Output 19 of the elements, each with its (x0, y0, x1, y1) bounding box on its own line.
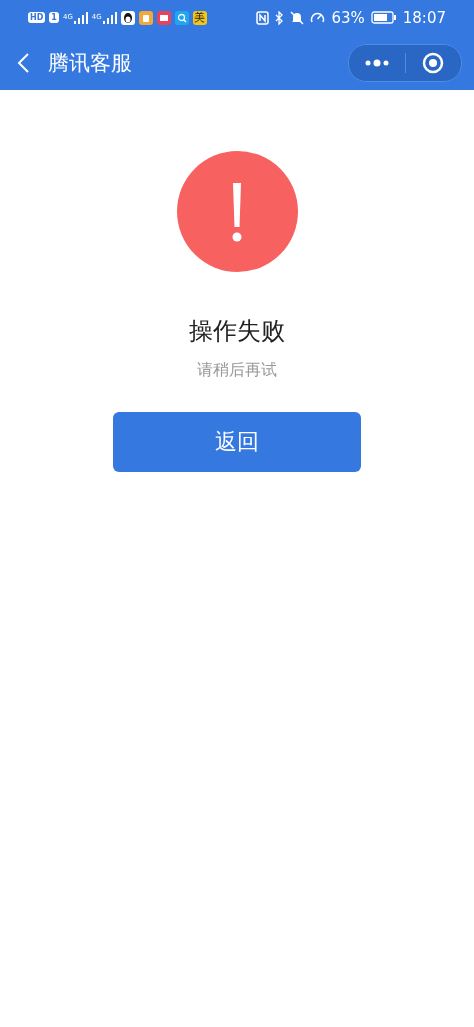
sim-badge: 1 (49, 12, 59, 23)
page-title: 腾讯客服 (48, 49, 133, 77)
result-title: 操作失败 (189, 316, 285, 347)
battery-percent: 63% (331, 8, 365, 27)
more-icon[interactable] (364, 58, 389, 67)
bluetooth-icon (275, 10, 285, 25)
signal-icon (102, 11, 117, 24)
muted-bell-icon (290, 10, 305, 25)
search-app-icon (174, 10, 189, 25)
gauge-icon (310, 11, 326, 24)
signal-icon (73, 11, 88, 24)
result-message: 请稍后再试 (197, 360, 277, 381)
app-icon: 美 (192, 10, 207, 25)
clock: 18:07 (402, 8, 446, 27)
nfc-icon (256, 10, 270, 25)
back-icon[interactable] (16, 51, 30, 74)
battery-icon (370, 11, 397, 24)
hd-badge: HD (28, 12, 46, 23)
back-button[interactable]: 返回 (113, 412, 361, 472)
